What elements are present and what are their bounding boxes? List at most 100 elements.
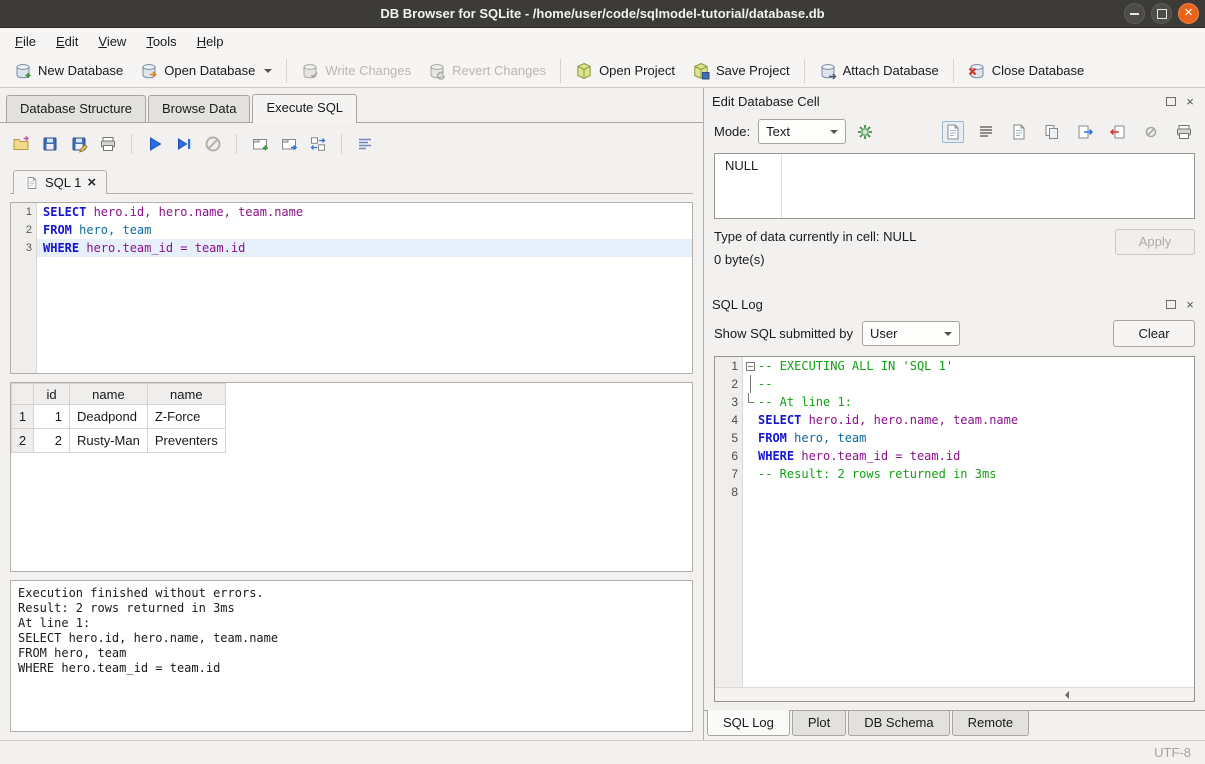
- sql-log-view[interactable]: 1 -- EXECUTING ALL IN 'SQL 1' 2 -- 3 -- …: [714, 356, 1195, 702]
- new-database-label: New Database: [38, 63, 123, 78]
- tab-db-schema[interactable]: DB Schema: [848, 711, 949, 736]
- open-project-button[interactable]: Open Project: [567, 58, 683, 84]
- cell[interactable]: Deadpond: [70, 405, 148, 429]
- menu-edit[interactable]: Edit: [47, 31, 87, 52]
- sql-document-icon: [24, 175, 39, 190]
- export-cell-icon[interactable]: [1074, 121, 1096, 143]
- execute-sql-panel: SQL 1 1 SELECT hero.id, hero.name, team.…: [0, 123, 703, 740]
- stop-execution-icon[interactable]: [202, 133, 224, 155]
- table-row: 2 2 Rusty-Man Preventers: [12, 429, 226, 453]
- open-sql-file-icon[interactable]: [10, 133, 32, 155]
- statusbar: UTF-8: [0, 740, 1205, 764]
- open-database-label: Open Database: [164, 63, 255, 78]
- sql-toolbar: [10, 131, 693, 157]
- float-dock-icon[interactable]: [1164, 299, 1178, 311]
- encoding-indicator[interactable]: UTF-8: [1154, 745, 1191, 760]
- cell[interactable]: 1: [34, 405, 70, 429]
- log-line: 3 -- At line 1:: [715, 393, 1194, 411]
- apply-button[interactable]: Apply: [1115, 229, 1195, 255]
- auto-format-icon[interactable]: [354, 133, 376, 155]
- sql-tab-close-icon[interactable]: [87, 175, 96, 190]
- execute-all-icon[interactable]: [144, 133, 166, 155]
- tab-sql-log[interactable]: SQL Log: [707, 710, 790, 736]
- float-dock-icon[interactable]: [1164, 96, 1178, 108]
- log-line: 6 WHERE hero.team_id = team.id: [715, 447, 1194, 465]
- open-database-button[interactable]: Open Database: [132, 58, 280, 84]
- new-database-button[interactable]: New Database: [6, 58, 131, 84]
- copy-cell-icon[interactable]: [1041, 121, 1063, 143]
- line-number: 5: [715, 429, 743, 447]
- save-project-label: Save Project: [716, 63, 790, 78]
- sql-log-title: SQL Log: [712, 297, 1159, 312]
- tab-database-structure[interactable]: Database Structure: [6, 95, 146, 122]
- open-sql-tab-icon[interactable]: [278, 133, 300, 155]
- row-header[interactable]: 1: [12, 405, 34, 429]
- cell-toolbar: [942, 121, 1195, 143]
- cell-value-editor[interactable]: NULL: [714, 153, 1195, 219]
- sql-editor[interactable]: 1 SELECT hero.id, hero.name, team.name 2…: [10, 202, 693, 374]
- open-database-caret-icon[interactable]: [264, 69, 272, 77]
- find-replace-icon[interactable]: [307, 133, 329, 155]
- text-document-icon[interactable]: [1008, 121, 1030, 143]
- save-sql-file-icon[interactable]: [39, 133, 61, 155]
- editor-line: 2 FROM hero, team: [11, 221, 692, 239]
- cell[interactable]: Rusty-Man: [70, 429, 148, 453]
- auto-detect-icon[interactable]: [854, 121, 876, 143]
- execute-current-line-icon[interactable]: [173, 133, 195, 155]
- attach-database-button[interactable]: Attach Database: [811, 58, 947, 84]
- justify-text-icon[interactable]: [975, 121, 997, 143]
- cell[interactable]: Z-Force: [147, 405, 225, 429]
- line-number: 3: [11, 239, 37, 257]
- new-sql-tab-icon[interactable]: [249, 133, 271, 155]
- import-cell-icon[interactable]: [1107, 121, 1129, 143]
- line-number: 1: [11, 203, 37, 221]
- scroll-left-icon[interactable]: [715, 688, 1205, 702]
- log-horizontal-scrollbar[interactable]: [715, 687, 1194, 701]
- log-line: 7 -- Result: 2 rows returned in 3ms: [715, 465, 1194, 483]
- close-database-icon: [968, 62, 986, 80]
- save-project-icon: [692, 62, 710, 80]
- log-filter-select[interactable]: User: [862, 321, 960, 346]
- write-changes-label: Write Changes: [325, 63, 411, 78]
- maximize-icon[interactable]: [1151, 3, 1172, 24]
- log-line: 1 -- EXECUTING ALL IN 'SQL 1': [715, 357, 1194, 375]
- revert-changes-button[interactable]: Revert Changes: [420, 58, 554, 84]
- tab-execute-sql[interactable]: Execute SQL: [252, 94, 357, 123]
- save-project-button[interactable]: Save Project: [684, 58, 798, 84]
- column-header-id[interactable]: id: [34, 384, 70, 405]
- menu-help[interactable]: Help: [188, 31, 233, 52]
- close-database-button[interactable]: Close Database: [960, 58, 1093, 84]
- print-cell-icon[interactable]: [1173, 121, 1195, 143]
- execution-message[interactable]: Execution finished without errors. Resul…: [10, 580, 693, 732]
- cell[interactable]: Preventers: [147, 429, 225, 453]
- close-dock-icon[interactable]: [1183, 96, 1197, 108]
- menu-file[interactable]: File: [6, 31, 45, 52]
- close-dock-icon[interactable]: [1183, 299, 1197, 311]
- print-sql-icon[interactable]: [97, 133, 119, 155]
- close-window-icon[interactable]: [1178, 3, 1199, 24]
- table-row: 1 1 Deadpond Z-Force: [12, 405, 226, 429]
- mode-select[interactable]: Text: [758, 119, 846, 144]
- tab-plot[interactable]: Plot: [792, 711, 846, 736]
- cell[interactable]: 2: [34, 429, 70, 453]
- fold-marker-icon[interactable]: [743, 357, 758, 375]
- column-header-name[interactable]: name: [70, 384, 148, 405]
- window-title: DB Browser for SQLite - /home/user/code/…: [0, 6, 1205, 21]
- row-header[interactable]: 2: [12, 429, 34, 453]
- minimize-icon[interactable]: [1124, 3, 1145, 24]
- column-header-name2[interactable]: name: [147, 384, 225, 405]
- save-sql-file-as-icon[interactable]: [68, 133, 90, 155]
- menu-tools[interactable]: Tools: [137, 31, 185, 52]
- toolbar-separator: [953, 59, 954, 83]
- window-controls: [1124, 3, 1199, 24]
- toolbar-separator: [131, 134, 132, 154]
- write-changes-button[interactable]: Write Changes: [293, 58, 419, 84]
- tab-remote[interactable]: Remote: [952, 711, 1030, 736]
- menu-view[interactable]: View: [89, 31, 135, 52]
- clear-log-button[interactable]: Clear: [1113, 320, 1195, 347]
- cell-info: Type of data currently in cell: NULL 0 b…: [714, 229, 1195, 277]
- tab-browse-data[interactable]: Browse Data: [148, 95, 250, 122]
- set-null-icon[interactable]: [1140, 121, 1162, 143]
- sql-tab[interactable]: SQL 1: [13, 170, 107, 194]
- word-wrap-icon[interactable]: [942, 121, 964, 143]
